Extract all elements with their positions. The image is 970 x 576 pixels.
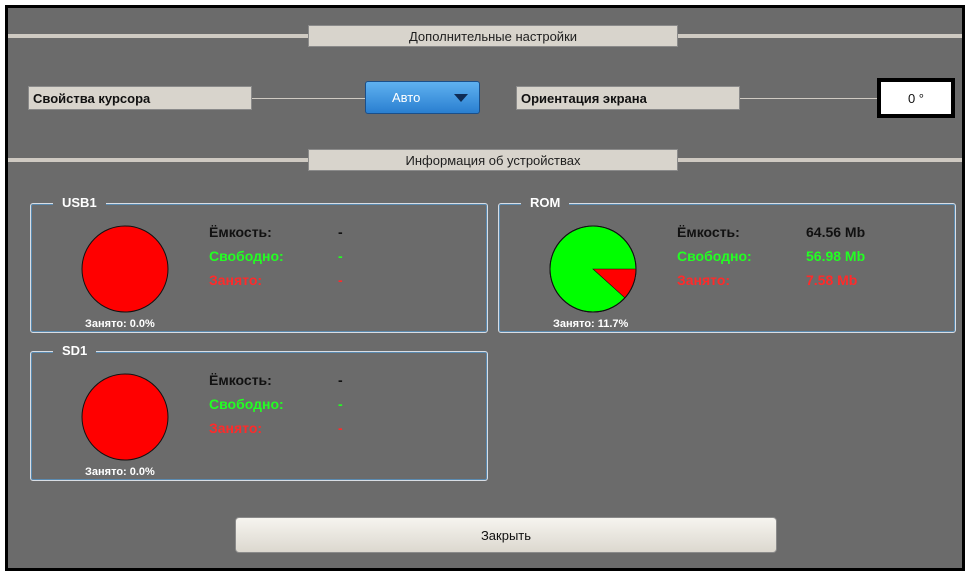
used-label: Занято: [209, 420, 263, 436]
usage-pie-chart [81, 225, 169, 313]
free-label: Свободно: [677, 248, 752, 264]
cursor-mode-value: Авто [392, 90, 421, 105]
capacity-value: - [338, 224, 343, 240]
section-title-devices: Информация об устройствах [308, 149, 678, 171]
used-value: 7.58 Mb [806, 272, 858, 288]
free-label: Свободно: [209, 248, 284, 264]
screen-orientation-label: Ориентация экрана [516, 86, 740, 110]
capacity-value: - [338, 372, 343, 388]
used-percent-caption: Занято: 0.0% [85, 318, 155, 330]
free-value: - [338, 396, 343, 412]
usage-pie-chart [81, 373, 169, 461]
used-percent-caption: Занято: 0.0% [85, 466, 155, 478]
device-card-rom: ROM Занято: 11.7% Ёмкость: 64.56 Mb Своб… [498, 195, 956, 333]
capacity-label: Ёмкость: [209, 224, 272, 240]
free-value: - [338, 248, 343, 264]
free-label: Свободно: [209, 396, 284, 412]
capacity-label: Ёмкость: [677, 224, 740, 240]
cursor-properties-label: Свойства курсора [28, 86, 252, 110]
device-name: USB1 [53, 195, 106, 210]
pie-slice-empty [81, 225, 169, 313]
used-percent-caption: Занято: 11.7% [553, 318, 629, 330]
dialog-frame: Дополнительные настройки Свойства курсор… [5, 5, 965, 571]
section-title-advanced: Дополнительные настройки [308, 25, 678, 47]
cursor-mode-dropdown[interactable]: Авто [365, 81, 480, 114]
connector-line [740, 98, 877, 99]
used-label: Занято: [209, 272, 263, 288]
capacity-value: 64.56 Mb [806, 224, 866, 240]
usage-pie-chart [549, 225, 637, 313]
used-label: Занято: [677, 272, 731, 288]
connector-line [252, 98, 365, 99]
settings-panel: Дополнительные настройки Свойства курсор… [8, 8, 962, 568]
capacity-label: Ёмкость: [209, 372, 272, 388]
close-button[interactable]: Закрыть [235, 517, 777, 553]
screen-orientation-input[interactable]: 0 ° [877, 78, 955, 118]
pie-slice-empty [81, 373, 169, 461]
device-card-usb1: USB1 Занято: 0.0% Ёмкость: - Свободно: -… [30, 195, 488, 333]
device-name: ROM [521, 195, 570, 210]
device-card-sd1: SD1 Занято: 0.0% Ёмкость: - Свободно: - … [30, 343, 488, 481]
used-value: - [338, 420, 343, 436]
used-value: - [338, 272, 343, 288]
free-value: 56.98 Mb [806, 248, 866, 264]
device-name: SD1 [53, 343, 97, 358]
chevron-down-icon [454, 94, 468, 102]
